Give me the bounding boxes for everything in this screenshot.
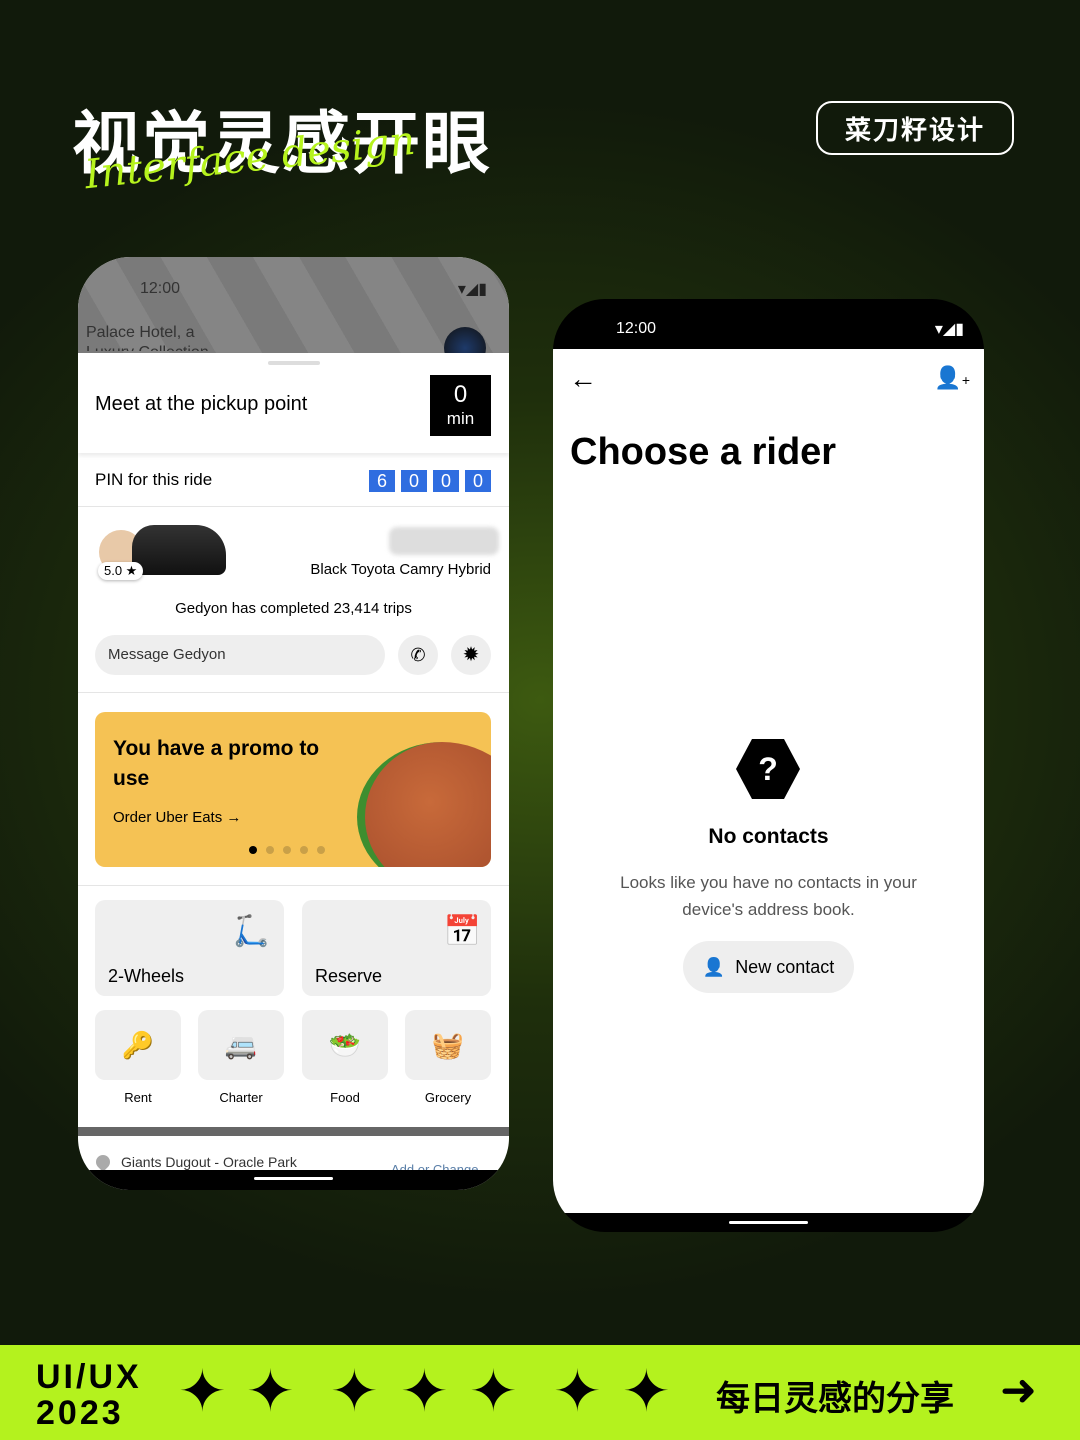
- pin-digit: 0: [433, 470, 459, 492]
- eta-unit: min: [446, 409, 475, 428]
- sparkle-icon: ✦: [469, 1359, 518, 1424]
- calendar-clock-icon: 📅: [443, 915, 481, 948]
- add-person-icon: 👤: [702, 956, 726, 977]
- footer-bar: UI/UX 2023 每日灵感的分享 ➜: [0, 1345, 1080, 1440]
- sparkle-icon: ✦: [553, 1359, 602, 1424]
- drag-handle[interactable]: [268, 361, 320, 365]
- trip-count: Gedyon has completed 23,414 trips: [175, 600, 412, 617]
- arrow-right-icon: ➜: [1000, 1366, 1037, 1415]
- sparkle-icon: ✦: [246, 1359, 295, 1424]
- service-label: Charter: [219, 1090, 263, 1105]
- carousel-dots[interactable]: [249, 846, 325, 854]
- status-icons: ▾◢▮: [934, 321, 964, 338]
- sparkle-icon: ✦: [400, 1359, 449, 1424]
- back-arrow-icon[interactable]: ←: [569, 363, 597, 395]
- contacts-phone: 12:00 ▾◢▮ ← 👤+ Choose a rider ? No conta…: [553, 299, 984, 1232]
- service-label: 2-Wheels: [108, 966, 185, 986]
- pickup-status: Meet at the pickup point: [95, 393, 308, 415]
- service-food[interactable]: 🥗: [302, 1010, 388, 1080]
- tag-line: UI/UX: [36, 1358, 142, 1396]
- food-icon: 🥗: [328, 1030, 362, 1060]
- service-2-wheels[interactable]: 🛴 2-Wheels: [95, 900, 284, 996]
- service-rent[interactable]: 🔑: [95, 1010, 181, 1080]
- eta-box: 0 min: [430, 375, 491, 436]
- promo-link[interactable]: Order Uber Eats →: [113, 809, 241, 826]
- pin-label: PIN for this ride: [95, 470, 213, 489]
- car-model: Black Toyota Camry Hybrid: [310, 561, 491, 578]
- promo-card[interactable]: You have a promo to use Order Uber Eats …: [95, 712, 491, 867]
- footer-tag: UI/UX 2023: [36, 1359, 142, 1431]
- message-input[interactable]: Message Gedyon: [95, 635, 385, 675]
- page-heading: Choose a rider: [570, 431, 837, 473]
- service-label: Rent: [124, 1090, 152, 1105]
- phone-call-icon[interactable]: ✆: [398, 635, 438, 675]
- license-plate-blurred: [389, 527, 499, 555]
- empty-title: No contacts: [708, 825, 829, 848]
- new-contact-label: New contact: [735, 956, 835, 977]
- car-image: [132, 525, 226, 575]
- service-charter[interactable]: 🚐: [198, 1010, 284, 1080]
- basket-icon: 🧺: [431, 1030, 465, 1060]
- pin-digit: 0: [465, 470, 491, 492]
- eta-value: 0: [453, 381, 468, 408]
- service-grocery[interactable]: 🧺: [405, 1010, 491, 1080]
- scooter-icon: 🛴: [232, 915, 270, 948]
- status-time: 12:00: [140, 280, 181, 297]
- question-hexagon-icon: ?: [736, 739, 800, 799]
- service-label: Grocery: [424, 1090, 472, 1105]
- sparkle-icon: ✦: [622, 1359, 671, 1424]
- pin-code: 6000: [363, 470, 491, 492]
- tag-line: 2023: [36, 1394, 124, 1432]
- sparkle-icon: ✦: [178, 1359, 227, 1424]
- van-icon: 🚐: [224, 1030, 258, 1060]
- sparkle-icon: ✦: [330, 1359, 379, 1424]
- safety-icon[interactable]: ✹: [451, 635, 491, 675]
- burger-image: [357, 742, 491, 867]
- key-icon: 🔑: [121, 1030, 155, 1060]
- brand-badge: 菜刀籽设计: [816, 101, 1014, 155]
- destination[interactable]: Giants Dugout - Oracle Park: [121, 1154, 297, 1170]
- footer-slogan: 每日灵感的分享: [716, 1380, 954, 1418]
- home-indicator[interactable]: [254, 1177, 333, 1180]
- pin-digit: 0: [401, 470, 427, 492]
- add-person-icon[interactable]: 👤+: [934, 365, 970, 391]
- ride-phone: 12:00 ▾◢▮ Palace Hotel, a Luxury Collect…: [78, 257, 509, 1190]
- location-pin-icon: [93, 1152, 113, 1172]
- service-label: Food: [330, 1090, 360, 1105]
- pin-digit: 6: [369, 470, 395, 492]
- promo-title: You have a promo to use: [113, 737, 320, 790]
- status-time: 12:00: [616, 320, 657, 337]
- driver-rating: 5.0 ★: [98, 562, 144, 580]
- empty-text: Looks like you have no contacts in your …: [620, 873, 917, 919]
- status-icons: ▾◢▮: [457, 281, 487, 298]
- map-label: Palace Hotel, a Luxury Collection: [86, 324, 209, 351]
- home-indicator[interactable]: [729, 1221, 808, 1224]
- service-reserve[interactable]: 📅 Reserve: [302, 900, 491, 996]
- new-contact-button[interactable]: 👤 New contact: [683, 941, 854, 993]
- service-label: Reserve: [315, 966, 383, 986]
